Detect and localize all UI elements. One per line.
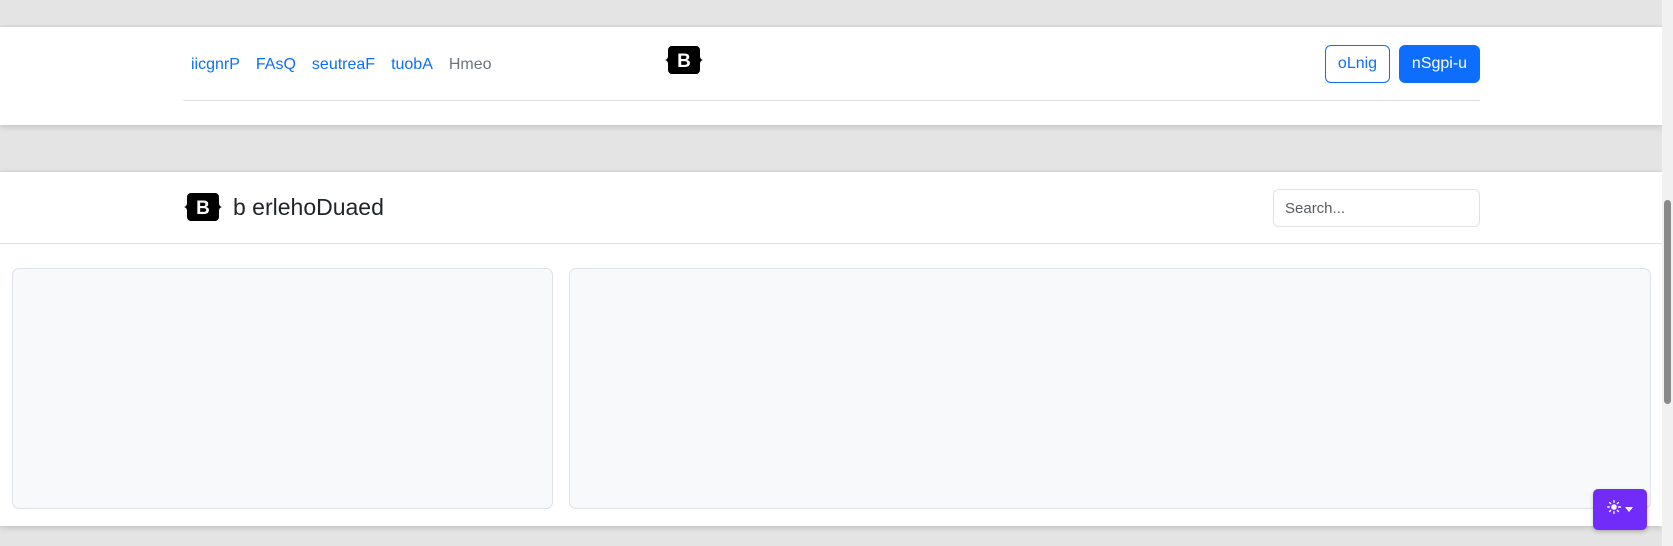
nav-link-pricing[interactable]: iicgnrP <box>183 53 248 77</box>
search-input[interactable] <box>1273 189 1480 227</box>
svg-text:B: B <box>196 198 210 219</box>
scrollbar-thumb[interactable] <box>1664 200 1671 404</box>
top-header-inner: iicgnrP FAsQ seutreaF tuobA Hmeo B oLnig… <box>183 27 1480 101</box>
dashboard-brand[interactable]: B b erlehoDuaed <box>183 191 384 223</box>
nav-link-faqs[interactable]: FAsQ <box>248 53 304 77</box>
auth-buttons: oLnig nSgpi-u <box>1325 45 1480 83</box>
sun-icon <box>1607 500 1621 519</box>
chevron-down-icon <box>1625 507 1633 512</box>
login-button[interactable]: oLnig <box>1325 45 1390 83</box>
left-panel <box>12 268 553 509</box>
nav-link-about[interactable]: tuobA <box>383 53 441 77</box>
theme-toggle-button[interactable] <box>1593 489 1647 530</box>
nav-link-home[interactable]: Hmeo <box>441 53 500 77</box>
dashboard-title: b erlehoDuaed <box>233 194 384 220</box>
dashboard-section: B b erlehoDuaed <box>0 172 1662 526</box>
top-nav: iicgnrP FAsQ seutreaF tuobA Hmeo <box>183 53 500 77</box>
right-panel <box>569 268 1651 509</box>
bootstrap-logo-icon: B <box>183 191 223 223</box>
svg-text:B: B <box>677 51 691 72</box>
bootstrap-logo-icon[interactable]: B <box>664 44 704 76</box>
top-header: iicgnrP FAsQ seutreaF tuobA Hmeo B oLnig… <box>0 27 1662 125</box>
signup-button[interactable]: nSgpi-u <box>1399 45 1480 83</box>
page-scrollbar[interactable] <box>1662 0 1673 546</box>
dashboard-header: B b erlehoDuaed <box>0 172 1662 244</box>
nav-link-features[interactable]: seutreaF <box>304 53 383 77</box>
